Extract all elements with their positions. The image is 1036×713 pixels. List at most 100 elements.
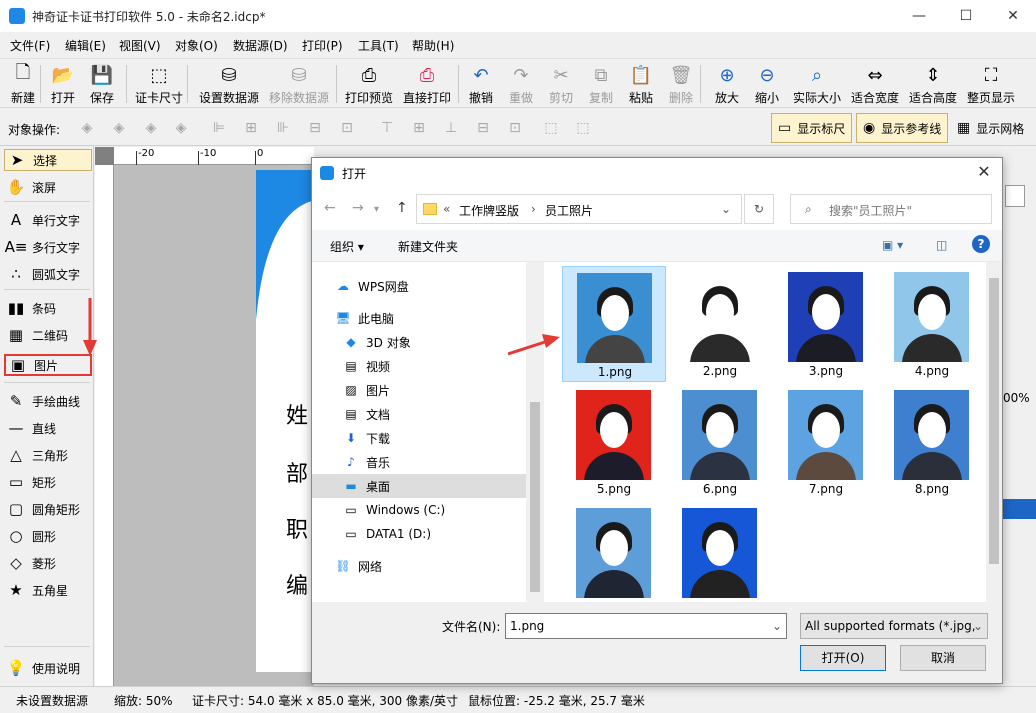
right-dropdown[interactable] [1005,185,1025,207]
distribute-h2-icon[interactable]: ⊡ [338,119,356,137]
cancel-button[interactable]: 取消 [900,645,986,671]
menu-object[interactable]: 对象(O) [175,37,218,54]
menu-tools[interactable]: 工具(T) [358,37,399,54]
toolbar-save-button[interactable]: 💾 保存 [89,61,115,107]
align-top-icon[interactable]: ⊤ [378,119,396,137]
toolbar-redo-button[interactable]: ↷ 重做 [508,61,534,107]
new-folder-button[interactable]: 新建文件夹 [398,238,458,255]
file-item[interactable]: 8.png [880,384,984,500]
nav-item[interactable]: ▤ 视频 [312,354,526,378]
breadcrumb-item[interactable]: 工作牌竖版 [459,202,519,219]
tool-pointer[interactable]: ➤ 选择 [4,149,92,171]
nav-item[interactable]: ▬ 桌面 [312,474,526,498]
card-preview[interactable]: 姓 部 职 编 [256,170,316,672]
distribute-v-icon[interactable]: ⊟ [474,119,492,137]
menu-help[interactable]: 帮助(H) [412,37,454,54]
tool-multi-text[interactable]: A≡ 多行文字 [4,236,92,258]
toolbar-remove-database-button[interactable]: ⛁ 移除数据源 [267,61,331,107]
align-left-icon[interactable]: ⊫ [210,119,228,137]
toolbar-card-size-button[interactable]: ⬚ 证卡尺寸 [133,61,185,107]
align-bottom-icon[interactable]: ⊥ [442,119,460,137]
menu-print[interactable]: 打印(P) [302,37,343,54]
open-button[interactable]: 打开(O) [800,645,886,671]
toolbar-printer-button[interactable]: ⎙ 直接打印 [401,61,453,107]
tool-arc-text[interactable]: ∴ 圆弧文字 [4,263,92,285]
toolbar-database-button[interactable]: ⛁ 设置数据源 [197,61,261,107]
view-mode-icon[interactable]: ▣ ▾ [882,238,903,252]
tool-barcode[interactable]: ▮▮ 条码 [4,297,92,319]
nav-item[interactable]: ☁ WPS网盘 [312,274,526,298]
refresh-button[interactable]: ↻ [744,194,774,224]
toolbar-print-preview-button[interactable]: ⎙ 打印预览 [343,61,395,107]
menu-datasource[interactable]: 数据源(D) [233,37,288,54]
nav-item[interactable]: ⬇ 下载 [312,426,526,450]
organize-button[interactable]: 组织 ▾ [330,238,364,255]
nav-item[interactable]: ♪ 音乐 [312,450,526,474]
toggle-guides[interactable]: ◉ 显示参考线 [856,113,949,143]
tool-line[interactable]: — 直线 [4,417,92,439]
distribute-v2-icon[interactable]: ⊡ [506,119,524,137]
ungroup-icon[interactable]: ⬚ [574,119,592,137]
menu-file[interactable]: 文件(F) [10,37,50,54]
filetype-select[interactable]: All supported formats (*.jpg, ⌄ [800,613,988,639]
file-item[interactable]: 6.png [668,384,772,500]
minimize-button[interactable]: — [896,0,942,32]
filename-input[interactable]: 1.png ⌄ [505,613,787,639]
toolbar-new-file-button[interactable]: 🗋 新建 [10,61,36,107]
up-icon[interactable]: ↑ [396,200,408,216]
layer-icon[interactable]: ◈ [78,119,96,137]
nav-item[interactable]: ▤ 文档 [312,402,526,426]
files-scroll-thumb[interactable] [989,278,999,564]
address-dropdown-icon[interactable]: ⌄ [721,202,731,216]
tool-qrcode[interactable]: ▦ 二维码 [4,324,92,346]
tool-diamond[interactable]: ◇ 菱形 [4,552,92,574]
menu-view[interactable]: 视图(V) [119,37,161,54]
file-item[interactable]: 7.png [774,384,878,500]
tool-single-text[interactable]: A 单行文字 [4,209,92,231]
maximize-button[interactable]: ☐ [943,0,989,32]
dialog-close-button[interactable]: ✕ [972,162,996,184]
filename-dropdown-icon[interactable]: ⌄ [772,619,782,633]
nav-scroll-thumb[interactable] [530,402,540,592]
menu-edit[interactable]: 编辑(E) [65,37,106,54]
breadcrumb-overflow[interactable]: « [443,202,450,216]
toolbar-zoom-in-button[interactable]: ⊕ 放大 [714,61,740,107]
layer-bottom-icon[interactable]: ◈ [172,119,190,137]
file-item[interactable]: 2.png [668,266,772,382]
tool-circle[interactable]: ○ 圆形 [4,525,92,547]
toolbar-zoom-out-button[interactable]: ⊖ 缩小 [754,61,780,107]
tool-image[interactable]: ▣ 图片 [4,354,92,376]
toolbar-full-page-button[interactable]: ⛶ 整页显示 [965,61,1017,107]
nav-item[interactable]: ◆ 3D 对象 [312,330,526,354]
toolbar-fit-height-button[interactable]: ⇕ 适合高度 [907,61,959,107]
address-bar[interactable]: « 工作牌竖版 › 员工照片 ⌄ [416,194,742,224]
nav-item[interactable]: ▭ Windows (C:) [312,498,526,522]
tool-hand[interactable]: ✋ 滚屏 [4,176,92,198]
layer-up-icon[interactable]: ◈ [110,119,128,137]
toolbar-paste-button[interactable]: 📋 粘贴 [628,61,654,107]
toolbar-cut-button[interactable]: ✂ 剪切 [548,61,574,107]
nav-item[interactable]: ▨ 图片 [312,378,526,402]
group-icon[interactable]: ⬚ [542,119,560,137]
help-icon[interactable]: ? [972,235,990,253]
file-item[interactable]: 3.png [774,266,878,382]
toggle-ruler[interactable]: ▭ 显示标尺 [771,113,853,143]
align-center-icon[interactable]: ⊞ [242,119,260,137]
toolbar-open-button[interactable]: 📂 打开 [50,61,76,107]
align-middle-icon[interactable]: ⊞ [410,119,428,137]
toolbar-fit-width-button[interactable]: ⇔ 适合宽度 [849,61,901,107]
file-item[interactable]: 5.png [562,384,666,500]
align-right-icon[interactable]: ⊪ [274,119,292,137]
nav-item[interactable]: ▭ DATA1 (D:) [312,522,526,546]
tool-bulb[interactable]: 💡 使用说明 [4,657,92,679]
tool-rounded-rect[interactable]: ▢ 圆角矩形 [4,498,92,520]
layer-down-icon[interactable]: ◈ [142,119,160,137]
toolbar-copy-button[interactable]: ⧉ 复制 [588,61,614,107]
close-button[interactable]: ✕ [990,0,1036,32]
toolbar-undo-button[interactable]: ↶ 撤销 [468,61,494,107]
filetype-dropdown-icon[interactable]: ⌄ [973,619,983,633]
nav-scrollbar[interactable] [526,262,544,602]
toggle-grid[interactable]: ▦ 显示网格 [950,113,1031,143]
file-item[interactable]: 10.png [668,502,772,602]
tool-rectangle[interactable]: ▭ 矩形 [4,471,92,493]
